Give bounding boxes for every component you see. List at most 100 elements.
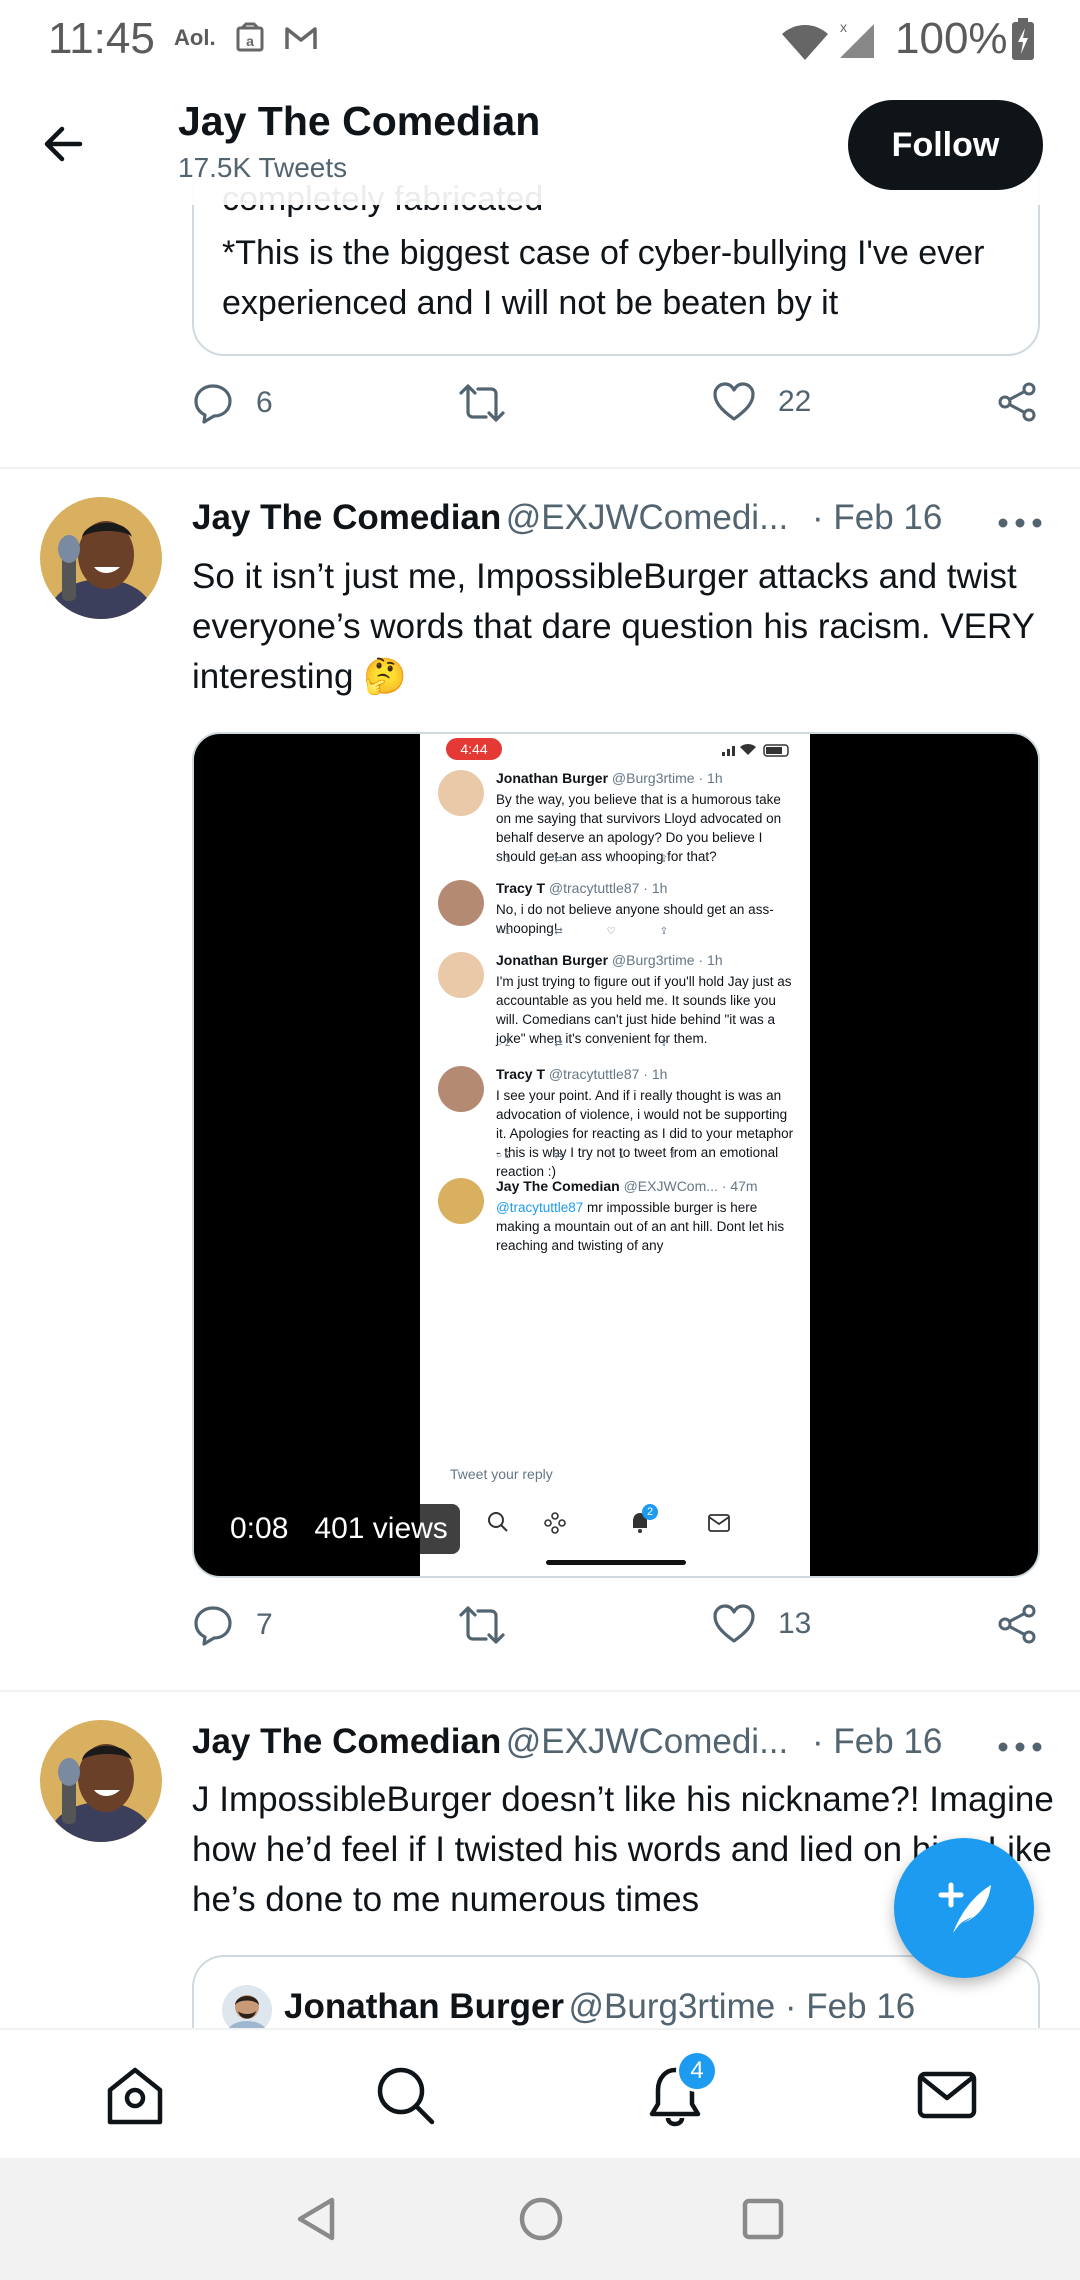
- follow-button[interactable]: Follow: [848, 100, 1043, 190]
- compose-tweet-button[interactable]: [894, 1838, 1034, 1978]
- more-options-icon[interactable]: [995, 508, 1045, 538]
- video-tweet-action: ⇪: [668, 1150, 677, 1161]
- reply-count: 7: [256, 1608, 273, 1641]
- like-button[interactable]: 13: [712, 1604, 811, 1644]
- video-tweet-action: ⇄: [554, 926, 563, 937]
- tweet-date[interactable]: · Feb 16: [812, 1722, 942, 1762]
- tweet-count: 17.5K Tweets: [178, 152, 348, 183]
- video-tweet-actions: ○ 1 ⇄ ♡ ⇪: [496, 926, 668, 937]
- divider: [0, 1690, 1080, 1692]
- status-bar: 11:45 Aol. a x 100%: [0, 0, 1080, 80]
- reply-icon: [194, 1606, 232, 1646]
- share-button[interactable]: [997, 382, 1037, 422]
- system-recents-icon[interactable]: [740, 2196, 786, 2242]
- wifi-icon: [782, 25, 828, 60]
- system-home-icon[interactable]: [517, 2195, 565, 2243]
- video-tweet-text: @tracytuttle87 mr impossible burger is h…: [496, 1200, 785, 1253]
- avatar[interactable]: [40, 497, 162, 619]
- like-count: 13: [778, 1607, 812, 1640]
- phone-status-icons: [722, 743, 789, 757]
- video-tweet-actions: ○ 2 ⇄ ♡ 1 ⇪: [496, 1150, 676, 1161]
- heart-icon: [713, 382, 755, 421]
- quoted-tweet-header: Jonathan Burger @Burg3rtime · Feb 16: [284, 1987, 915, 2027]
- back-arrow-icon[interactable]: [36, 116, 92, 172]
- avatar-image: [40, 1720, 162, 1842]
- video-tweet-avatar: [438, 1066, 484, 1112]
- battery-percentage: 100%: [895, 14, 1008, 63]
- tweet-header: Jay The Comedian @EXJWComedi...: [192, 1722, 788, 1762]
- amazon-icon: a: [236, 22, 264, 52]
- like-button[interactable]: 22: [712, 382, 811, 422]
- retweet-button[interactable]: [458, 1604, 506, 1646]
- reply-button[interactable]: 7: [192, 1604, 273, 1646]
- video-duration: 0:08: [230, 1512, 289, 1545]
- avatar[interactable]: [40, 1720, 162, 1842]
- phone-notification-badge: 2: [642, 1504, 658, 1520]
- cell-signal-icon: x: [840, 19, 874, 58]
- gmail-icon: [284, 27, 317, 49]
- more-options-icon[interactable]: [995, 1732, 1045, 1762]
- svg-text:a: a: [246, 33, 254, 49]
- video-tweet-actions: ○ 1 ⇄ ♡ ⇪: [496, 854, 668, 865]
- tweet-text: So it isn’t just me, ImpossibleBurger at…: [192, 557, 1035, 696]
- divider: [0, 467, 1080, 469]
- video-tweet-action: ○ 1: [496, 854, 511, 865]
- video-tweet-mention: @tracytuttle87: [496, 1200, 584, 1215]
- retweet-icon: [459, 1606, 505, 1644]
- search-icon[interactable]: [370, 2060, 440, 2130]
- video-views: 401 views: [314, 1512, 448, 1545]
- video-tweet-avatar: [438, 880, 484, 926]
- video-tweet-avatar: [438, 770, 484, 816]
- video-tweet-action: ⇄: [554, 1150, 563, 1161]
- system-navigation-bar: [0, 2158, 1080, 2280]
- video-tweet-action: ♡ 1: [606, 1150, 625, 1161]
- video-tweet-action: ♡: [606, 926, 616, 937]
- compose-feather-icon: [938, 1882, 991, 1933]
- messages-icon[interactable]: [912, 2060, 982, 2130]
- video-tweet-action: ○ 2: [496, 1038, 511, 1049]
- video-tweet-author: Jonathan Burger @Burg3rtime · 1h: [496, 952, 723, 968]
- system-back-icon[interactable]: [294, 2196, 340, 2242]
- video-tweet-action: ○ 2: [496, 1150, 511, 1161]
- notification-badge: 4: [676, 2050, 718, 2092]
- phone-home-indicator: [546, 1560, 686, 1565]
- tweet-author-name[interactable]: Jay The Comedian: [192, 1722, 501, 1761]
- aol-icon: Aol.: [174, 25, 216, 50]
- profile-name: Jay The Comedian: [178, 98, 541, 144]
- video-tweet-text: I see your point. And if i really though…: [496, 1088, 794, 1179]
- tweet-actions: 7 13: [192, 1604, 1040, 1664]
- home-icon[interactable]: [100, 2060, 170, 2130]
- video-tweet-text: I'm just trying to figure out if you'll …: [496, 974, 792, 1046]
- retweet-button[interactable]: [458, 382, 506, 424]
- phone-search-icon: [488, 1512, 508, 1532]
- video-tweet-actions: ○ 2 ⇄ ♡ ⇪: [496, 1038, 668, 1049]
- share-icon: [998, 382, 1036, 422]
- tweet-author-name[interactable]: Jay The Comedian: [192, 498, 501, 537]
- video-tweet-action: ⇪: [659, 1038, 669, 1049]
- profile-header: Jay The Comedian 17.5K Tweets Follow: [0, 80, 1080, 205]
- video-info-pill: 0:08 401 views: [230, 1504, 460, 1554]
- video-tweet-action: ♡: [606, 1038, 616, 1049]
- tweet-author-handle[interactable]: @EXJWComedi...: [506, 498, 789, 537]
- like-count: 22: [778, 385, 812, 418]
- share-button[interactable]: [997, 1604, 1037, 1644]
- tweet-video[interactable]: 4:44 Jonathan Burger @Burg3rtime · 1h By …: [192, 732, 1040, 1578]
- phone-spaces-icon: [544, 1512, 566, 1534]
- status-time: 11:45: [48, 14, 155, 63]
- video-tweet-author: Jay The Comedian @EXJWCom... · 47m: [496, 1178, 758, 1194]
- video-tweet-action: ○ 1: [496, 926, 511, 937]
- retweet-icon: [459, 384, 505, 422]
- video-reply-placeholder: Tweet your reply: [450, 1466, 553, 1482]
- battery-icon: [1012, 18, 1034, 60]
- reply-button[interactable]: 6: [192, 382, 273, 424]
- video-tweet-avatar: [438, 1178, 484, 1224]
- video-tweet-action: ⇪: [659, 926, 669, 937]
- avatar-image: [40, 497, 162, 619]
- reply-icon: [194, 384, 232, 424]
- tweet-author-handle[interactable]: @EXJWComedi...: [506, 1722, 789, 1761]
- video-tweet-action: ⇄: [554, 1038, 563, 1049]
- phone-mail-icon: [708, 1514, 730, 1532]
- share-icon: [998, 1604, 1036, 1644]
- video-tweet-author: Jonathan Burger @Burg3rtime · 1h: [496, 770, 723, 786]
- tweet-date[interactable]: · Feb 16: [812, 498, 942, 538]
